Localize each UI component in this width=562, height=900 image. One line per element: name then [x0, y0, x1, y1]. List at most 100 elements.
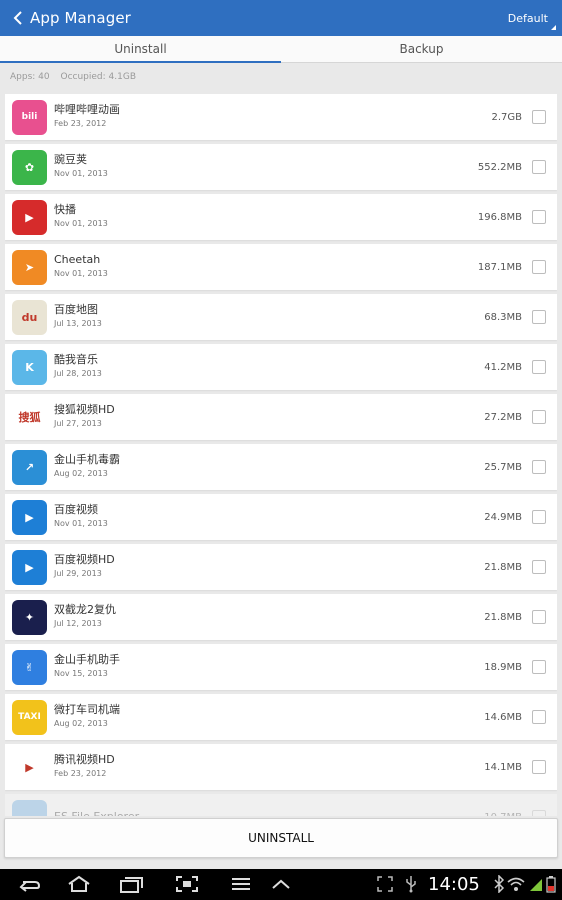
app-info: 豌豆荚 Nov 01, 2013 — [54, 153, 108, 181]
recent-apps-icon[interactable] — [116, 873, 146, 895]
app-select-checkbox[interactable] — [532, 210, 546, 224]
app-info: 微打车司机端 Aug 02, 2013 — [54, 703, 120, 731]
app-install-date: Feb 23, 2012 — [54, 769, 107, 778]
app-size: 196.8MB — [477, 211, 522, 223]
app-info: 金山手机毒霸 Aug 02, 2013 — [54, 453, 120, 481]
app-size: 41.2MB — [484, 361, 522, 373]
app-size: 552.2MB — [477, 161, 522, 173]
app-row[interactable]: ↗ 金山手机毒霸 Aug 02, 2013 25.7MB — [5, 444, 557, 490]
app-size: 68.3MB — [484, 311, 522, 323]
usb-icon — [402, 875, 420, 893]
app-size: 10.7MB — [484, 794, 522, 817]
tab-bar: Uninstall Backup — [0, 36, 562, 63]
app-name: 百度视频HD — [54, 553, 115, 566]
menu-icon[interactable] — [226, 873, 256, 895]
tencent-video-icon: ▶ — [12, 749, 47, 785]
app-install-date: Feb 23, 2012 — [54, 119, 107, 128]
baidu-video-icon: ▶ — [12, 499, 47, 535]
app-name: 酷我音乐 — [54, 353, 98, 366]
home-nav-icon[interactable] — [64, 873, 94, 895]
dropdown-corner-icon — [551, 25, 556, 30]
app-row[interactable]: ▶ 百度视频 Nov 01, 2013 24.9MB — [5, 494, 557, 540]
app-name: Cheetah — [54, 253, 101, 266]
app-select-checkbox[interactable] — [532, 460, 546, 474]
app-info: 快播 Nov 01, 2013 — [54, 203, 108, 231]
app-select-checkbox[interactable] — [532, 410, 546, 424]
app-select-checkbox[interactable] — [532, 810, 546, 816]
app-install-date: Nov 15, 2013 — [54, 669, 108, 678]
app-size: 14.6MB — [484, 711, 522, 723]
app-row[interactable]: ▶ 百度视频HD Jul 29, 2013 21.8MB — [5, 544, 557, 590]
screenshot-icon[interactable] — [172, 873, 202, 895]
app-row[interactable]: ➤ Cheetah Nov 01, 2013 187.1MB — [5, 244, 557, 290]
app-select-checkbox[interactable] — [532, 610, 546, 624]
app-select-checkbox[interactable] — [532, 160, 546, 174]
baidu-video-hd-icon: ▶ — [12, 549, 47, 585]
app-name: 搜狐视频HD — [54, 403, 115, 416]
kingsoft-assistant-icon: ✌ — [12, 649, 47, 685]
app-row[interactable]: ✦ 双截龙2复仇 Jul 12, 2013 21.8MB — [5, 594, 557, 640]
profile-dropdown[interactable]: Default — [508, 0, 556, 36]
app-select-checkbox[interactable] — [532, 660, 546, 674]
app-name: 微打车司机端 — [54, 703, 120, 716]
back-nav-icon[interactable] — [14, 873, 44, 895]
app-install-date: Jul 27, 2013 — [54, 419, 102, 428]
app-size: 25.7MB — [484, 461, 522, 473]
app-info: 酷我音乐 Jul 28, 2013 — [54, 353, 102, 381]
app-row[interactable]: TAXI 微打车司机端 Aug 02, 2013 14.6MB — [5, 694, 557, 740]
wifi-icon — [507, 875, 525, 893]
app-row[interactable]: 搜狐 搜狐视频HD Jul 27, 2013 27.2MB — [5, 394, 557, 440]
app-info: 腾讯视频HD Feb 23, 2012 — [54, 753, 115, 781]
fullscreen-icon — [376, 875, 394, 893]
chevron-up-icon[interactable] — [266, 873, 296, 895]
app-select-checkbox[interactable] — [532, 360, 546, 374]
back-icon[interactable] — [6, 0, 30, 36]
app-name: 快播 — [54, 203, 76, 216]
app-info: ES File Explorer — [54, 810, 139, 816]
app-select-checkbox[interactable] — [532, 310, 546, 324]
app-row[interactable]: ✌ 金山手机助手 Nov 15, 2013 18.9MB — [5, 644, 557, 690]
app-install-date: Jul 12, 2013 — [54, 619, 102, 628]
app-install-date: Jul 13, 2013 — [54, 319, 102, 328]
uninstall-button[interactable]: UNINSTALL — [4, 818, 558, 858]
qvod-icon: ▶ — [12, 199, 47, 235]
tab-backup[interactable]: Backup — [281, 36, 562, 62]
app-install-date: Nov 01, 2013 — [54, 269, 108, 278]
storage-summary: Apps: 40 Occupied: 4.1GB — [10, 72, 136, 82]
app-size: 2.7GB — [491, 111, 522, 123]
sohu-video-icon: 搜狐 — [12, 399, 47, 435]
app-row[interactable]: ▶ 腾讯视频HD Feb 23, 2012 14.1MB — [5, 744, 557, 790]
app-select-checkbox[interactable] — [532, 510, 546, 524]
app-select-checkbox[interactable] — [532, 110, 546, 124]
app-size: 21.8MB — [484, 611, 522, 623]
app-name: 双截龙2复仇 — [54, 603, 116, 616]
app-row[interactable]: K 酷我音乐 Jul 28, 2013 41.2MB — [5, 344, 557, 390]
app-list[interactable]: bili 哔哩哔哩动画 Feb 23, 2012 2.7GB ✿ 豌豆荚 Nov 01, 2… — [5, 94, 557, 816]
tab-uninstall[interactable]: Uninstall — [0, 36, 281, 63]
action-bar: App Manager Default — [0, 0, 562, 36]
app-install-date: Nov 01, 2013 — [54, 219, 108, 228]
app-info: 哔哩哔哩动画 Feb 23, 2012 — [54, 103, 120, 131]
app-select-checkbox[interactable] — [532, 560, 546, 574]
es-file-explorer-icon: ▭ — [12, 799, 47, 816]
app-row[interactable]: ▶ 快播 Nov 01, 2013 196.8MB — [5, 194, 557, 240]
app-name: 金山手机助手 — [54, 653, 120, 666]
kingsoft-antivirus-icon: ↗ — [12, 449, 47, 485]
app-row[interactable]: bili 哔哩哔哩动画 Feb 23, 2012 2.7GB — [5, 94, 557, 140]
app-select-checkbox[interactable] — [532, 710, 546, 724]
app-size: 27.2MB — [484, 411, 522, 423]
app-row[interactable]: ▭ ES File Explorer 10.7MB — [5, 794, 557, 816]
app-info: 百度地图 Jul 13, 2013 — [54, 303, 102, 331]
app-select-checkbox[interactable] — [532, 760, 546, 774]
app-row[interactable]: du 百度地图 Jul 13, 2013 68.3MB — [5, 294, 557, 340]
baidu-map-icon: du — [12, 299, 47, 335]
app-info: Cheetah Nov 01, 2013 — [54, 253, 108, 281]
occupied-size: Occupied: 4.1GB — [60, 72, 137, 82]
app-info: 百度视频HD Jul 29, 2013 — [54, 553, 115, 581]
app-select-checkbox[interactable] — [532, 260, 546, 274]
app-name: 百度视频 — [54, 503, 98, 516]
app-size: 21.8MB — [484, 561, 522, 573]
page-title: App Manager — [30, 9, 131, 27]
app-info: 搜狐视频HD Jul 27, 2013 — [54, 403, 115, 431]
app-row[interactable]: ✿ 豌豆荚 Nov 01, 2013 552.2MB — [5, 144, 557, 190]
